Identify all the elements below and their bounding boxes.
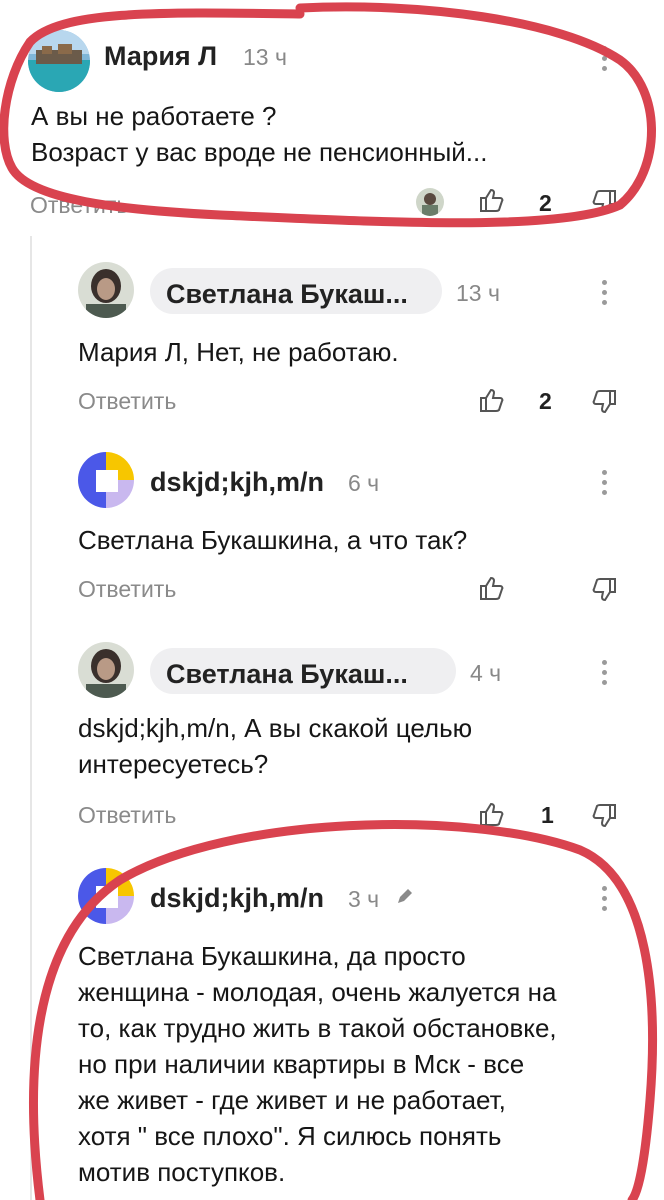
- comment-line: женщина - молодая, очень жалуется на: [78, 977, 557, 1007]
- avatar[interactable]: [78, 452, 134, 508]
- likes-count: 2: [539, 190, 552, 216]
- comment-line: Светлана Букашкина, да просто: [78, 941, 466, 971]
- comment-text: Светлана Букашкина, а что так?: [78, 522, 618, 558]
- avatar[interactable]: [28, 30, 90, 92]
- likes-count: 1: [541, 802, 554, 828]
- author-name[interactable]: dskjd;kjh,m/n: [150, 467, 324, 498]
- comment-text: dskjd;kjh,m/n, А вы скакой целью интерес…: [78, 710, 618, 782]
- thumbs-down-icon[interactable]: [590, 802, 618, 830]
- author-name[interactable]: dskjd;kjh,m/n: [150, 883, 324, 914]
- comment-text: Светлана Букашкина, да просто женщина - …: [78, 938, 648, 1190]
- edited-pencil-icon: [395, 886, 415, 906]
- thumbs-down-icon[interactable]: [590, 388, 618, 416]
- reply-button[interactable]: Ответить: [78, 388, 176, 415]
- author-name[interactable]: Мария Л: [104, 41, 217, 72]
- reply-button[interactable]: Ответить: [78, 802, 176, 829]
- comment-time: 4 ч: [470, 660, 502, 686]
- comment-time: 3 ч: [348, 886, 380, 912]
- comment-line: то, как трудно жить в такой обстановке,: [78, 1013, 557, 1043]
- more-menu-icon[interactable]: [602, 660, 608, 690]
- more-menu-icon[interactable]: [602, 46, 608, 76]
- comment-text: Мария Л, Нет, не работаю.: [78, 334, 618, 370]
- thumbs-up-icon[interactable]: [478, 574, 506, 602]
- reply-button[interactable]: Ответить: [78, 576, 176, 603]
- thread-line: [30, 236, 32, 1200]
- comment-line: хотя " все плохо". Я силюсь понять: [78, 1121, 502, 1151]
- author-name[interactable]: Светлана Букаш...: [166, 279, 408, 310]
- comment-time: 13 ч: [456, 280, 500, 306]
- comment-line: А вы не работаете ?: [31, 101, 277, 131]
- comment-line: Светлана Букашкина, а что так?: [78, 525, 468, 555]
- liked-by-avatar: [416, 188, 444, 216]
- comment-line: но при наличии квартиры в Мск - все: [78, 1049, 525, 1079]
- reply-button[interactable]: Ответить: [30, 192, 128, 219]
- comment-line: интересуетесь?: [78, 749, 269, 779]
- more-menu-icon[interactable]: [602, 280, 608, 310]
- author-name[interactable]: Светлана Букаш...: [166, 659, 408, 690]
- likes-count: 2: [539, 388, 552, 414]
- avatar[interactable]: [78, 868, 134, 924]
- thumbs-up-icon[interactable]: [478, 386, 506, 414]
- thumbs-down-icon[interactable]: [590, 188, 618, 216]
- comment-line: же живет - где живет и не работает,: [78, 1085, 506, 1115]
- thumbs-up-icon[interactable]: [478, 186, 506, 214]
- comment-time: 13 ч: [243, 44, 287, 70]
- thumbs-down-icon[interactable]: [590, 576, 618, 604]
- more-menu-icon[interactable]: [602, 470, 608, 500]
- comment-line: Возраст у вас вроде не пенсионный...: [31, 137, 488, 167]
- thumbs-up-icon[interactable]: [478, 800, 506, 828]
- avatar[interactable]: [78, 642, 134, 698]
- avatar[interactable]: [78, 262, 134, 318]
- comment-time: 6 ч: [348, 470, 380, 496]
- comment-line: мотив поступков.: [78, 1157, 286, 1187]
- comment-line: dskjd;kjh,m/n, А вы скакой целью: [78, 713, 473, 743]
- more-menu-icon[interactable]: [602, 886, 608, 916]
- comment-line: Мария Л, Нет, не работаю.: [78, 337, 399, 367]
- comment-text: А вы не работаете ? Возраст у вас вроде …: [31, 98, 631, 170]
